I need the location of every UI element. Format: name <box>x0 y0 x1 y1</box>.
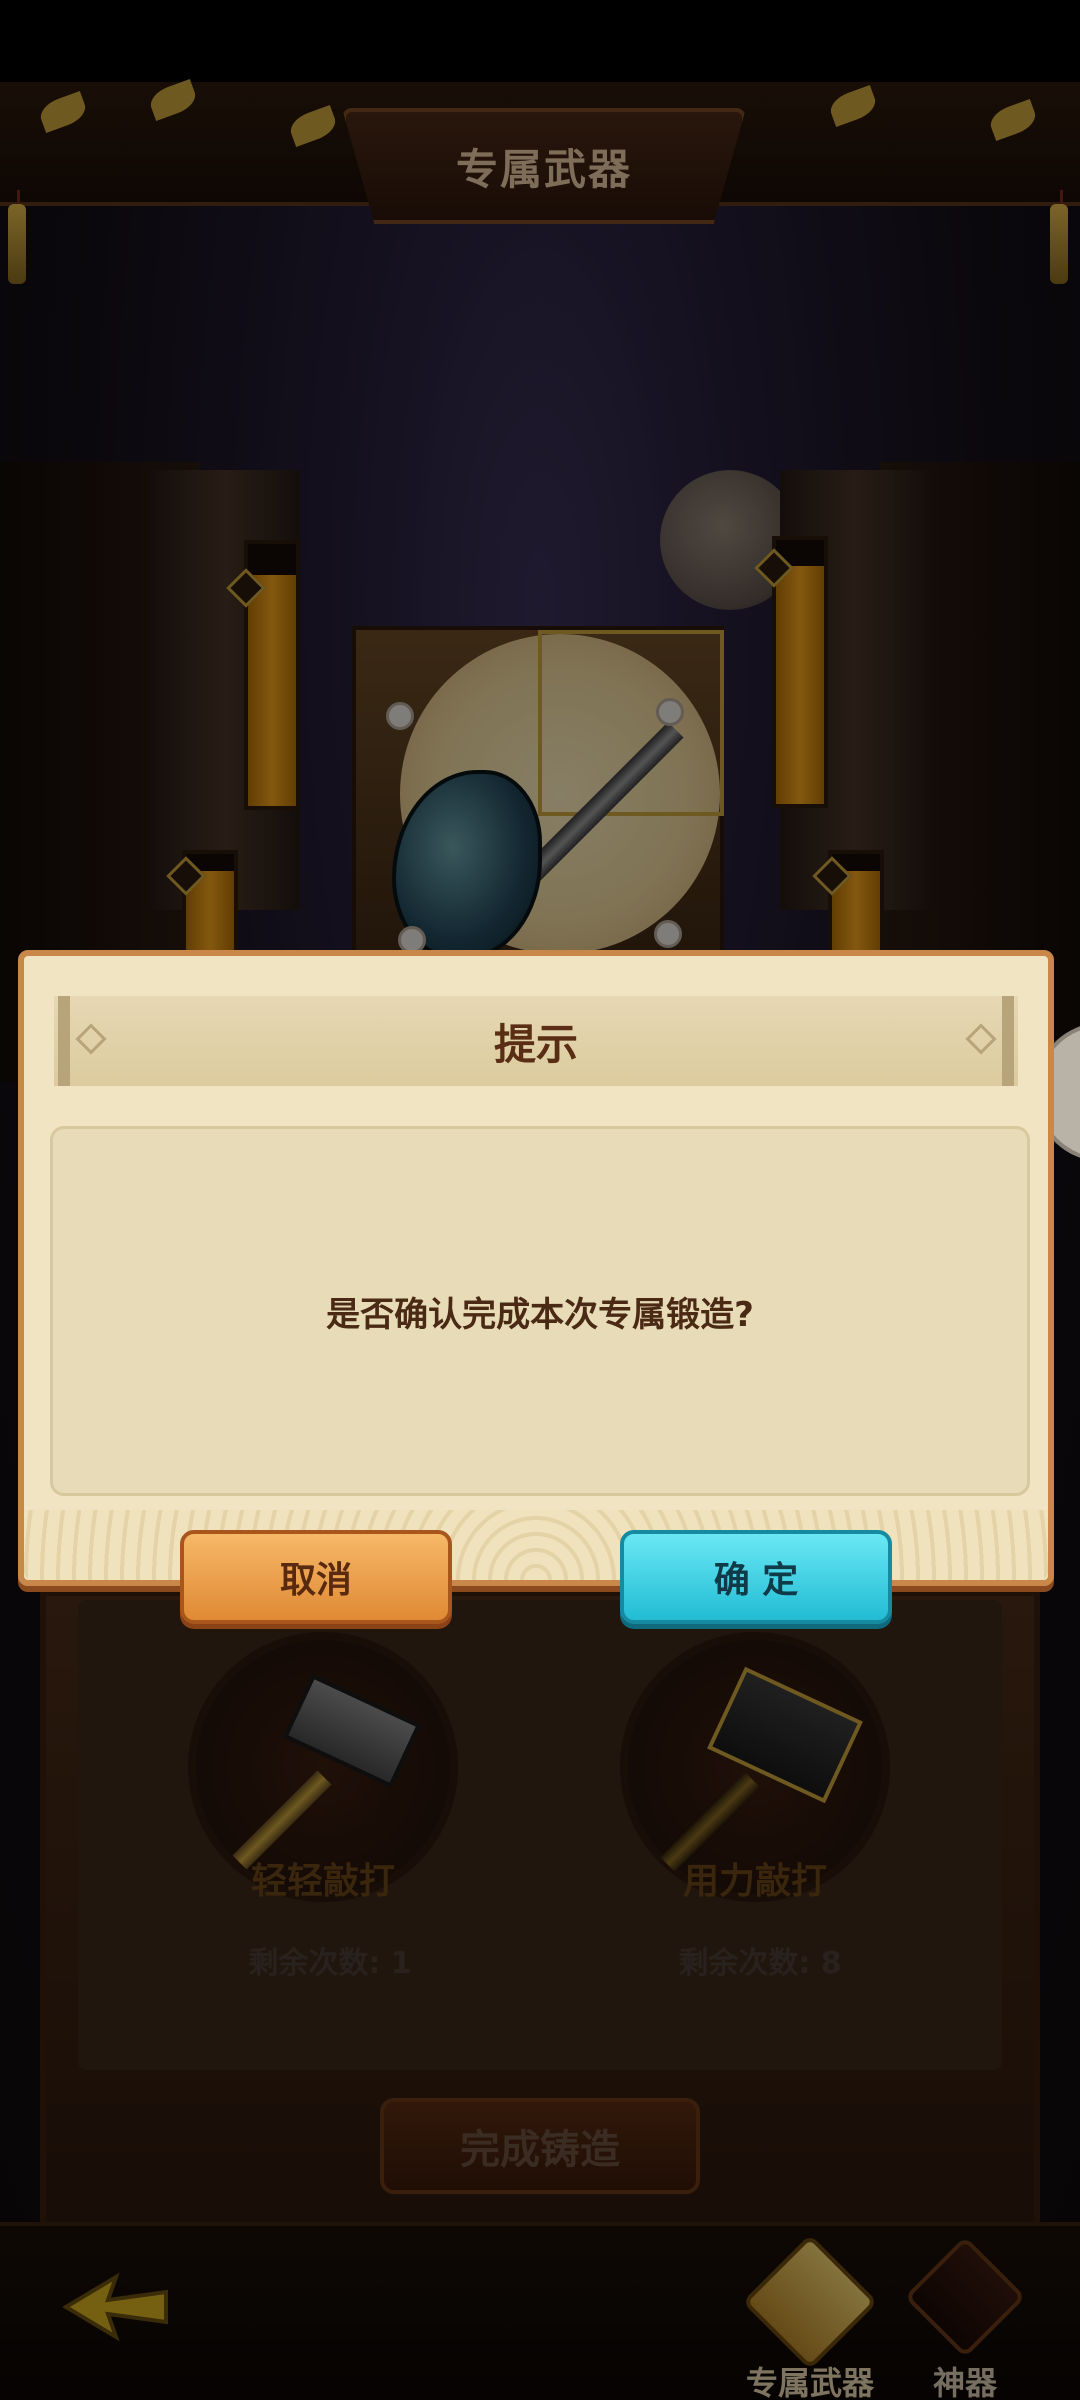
cancel-button[interactable]: 取消 <box>180 1530 452 1624</box>
header-ornament <box>1002 996 1014 1086</box>
confirm-button[interactable]: 确 定 <box>620 1530 892 1624</box>
dialog-title: 提示 <box>493 1019 578 1069</box>
header-ornament <box>58 996 70 1086</box>
dialog-body: 是否确认完成本次专属锻造? <box>50 1126 1030 1496</box>
game-screen: 专属武器 轻轻敲打 剩余次数: 1 用力敲打 剩余次数: 8 完成铸造 专属武器… <box>0 0 1080 2400</box>
dialog-header: 提示 <box>54 996 1018 1086</box>
dialog-message: 是否确认完成本次专属锻造? <box>326 1294 754 1335</box>
header-diamond-icon <box>75 1023 107 1055</box>
dialog-wave-pattern <box>24 1510 1048 1580</box>
confirm-dialog: 提示 是否确认完成本次专属锻造? <box>18 950 1054 1586</box>
header-diamond-icon <box>965 1023 997 1055</box>
